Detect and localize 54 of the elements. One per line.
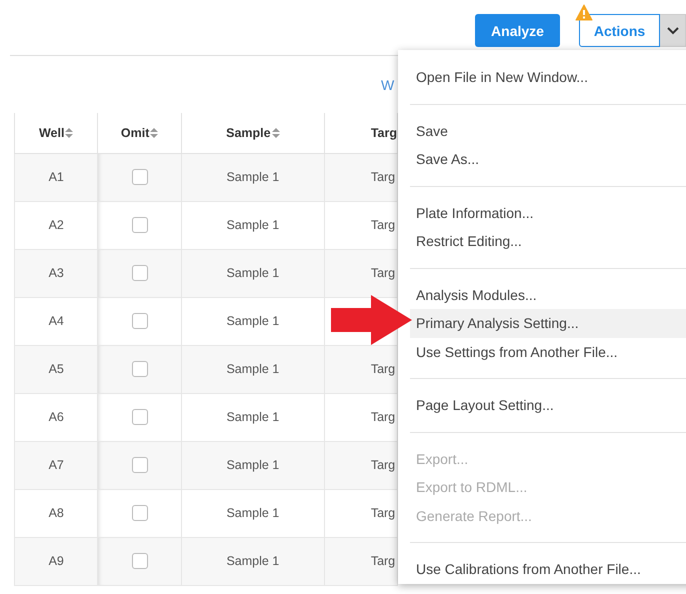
sample-cell: Sample 1 — [181, 393, 324, 441]
analyze-button[interactable]: Analyze — [475, 14, 560, 47]
sample-cell: Sample 1 — [181, 537, 324, 585]
menu-item[interactable]: Use Calibrations from Another File... — [410, 555, 686, 584]
menu-item[interactable]: Save — [410, 116, 686, 145]
chevron-down-icon — [666, 26, 678, 34]
sample-cell: Sample 1 — [181, 489, 324, 537]
sample-cell: Sample 1 — [181, 441, 324, 489]
omit-checkbox[interactable] — [132, 169, 148, 185]
menu-item[interactable]: Page Layout Setting... — [410, 391, 686, 420]
well-cell: A8 — [14, 489, 98, 537]
sort-icon[interactable] — [65, 128, 74, 138]
omit-checkbox[interactable] — [132, 505, 148, 521]
well-cell: A1 — [14, 153, 98, 201]
sample-cell: Sample 1 — [181, 153, 324, 201]
sort-icon[interactable] — [150, 128, 158, 138]
omit-checkbox[interactable] — [132, 553, 148, 569]
well-cell: A5 — [14, 345, 98, 393]
column-header[interactable]: Sample — [226, 126, 271, 140]
actions-button[interactable]: Actions — [579, 14, 660, 47]
column-header[interactable]: Well — [38, 126, 64, 140]
sample-cell: Sample 1 — [181, 249, 324, 297]
sample-cell: Sample 1 — [181, 297, 324, 345]
menu-item[interactable]: Use Settings from Another File... — [410, 338, 686, 366]
omit-checkbox[interactable] — [132, 217, 148, 233]
well-cell: A3 — [14, 249, 98, 297]
menu-item[interactable]: Analysis Modules... — [410, 280, 686, 309]
well-cell: A7 — [14, 441, 98, 489]
omit-checkbox[interactable] — [132, 265, 148, 281]
well-cell: A4 — [14, 297, 98, 345]
dropdown-button[interactable] — [660, 14, 686, 47]
column-header[interactable]: Targ — [370, 126, 397, 140]
omit-checkbox[interactable] — [132, 313, 148, 329]
target-cell: Targ — [324, 345, 398, 393]
menu-item[interactable]: Primary Analysis Setting... — [410, 309, 686, 338]
menu-item[interactable]: Save As... — [410, 145, 686, 174]
well-cell: A9 — [14, 537, 98, 585]
omit-checkbox[interactable] — [132, 457, 148, 473]
target-cell: Targ — [324, 441, 398, 489]
target-cell: Targ — [324, 537, 398, 585]
column-header[interactable]: Omit — [120, 126, 150, 140]
omit-checkbox[interactable] — [132, 361, 148, 377]
menu-item[interactable]: Restrict Editing... — [410, 227, 686, 256]
sample-cell: Sample 1 — [181, 345, 324, 393]
sample-cell: Sample 1 — [181, 201, 324, 249]
menu-item[interactable]: Plate Information... — [410, 198, 686, 227]
well-cell: A2 — [14, 201, 98, 249]
target-cell: Targ — [324, 249, 398, 297]
sort-icon[interactable] — [272, 128, 280, 138]
target-cell: Targ — [324, 153, 398, 201]
warning-icon — [575, 4, 593, 21]
omit-checkbox[interactable] — [132, 409, 148, 425]
menu-item[interactable]: Open File in New Window... — [410, 63, 686, 92]
well-cell: A6 — [14, 393, 98, 441]
